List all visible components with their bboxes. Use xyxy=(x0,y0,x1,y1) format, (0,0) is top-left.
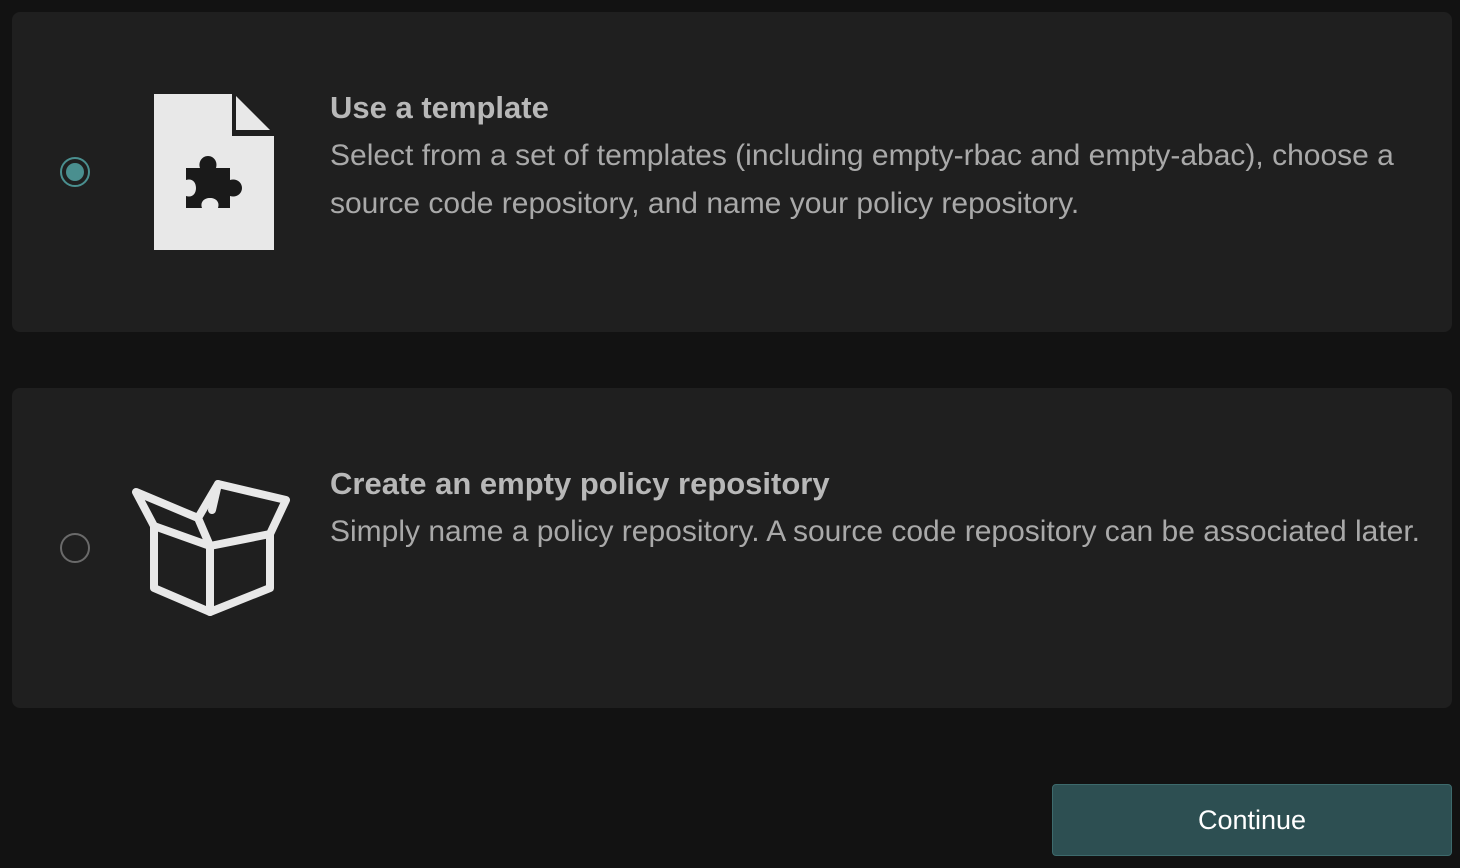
option-card-template[interactable]: Use a template Select from a set of temp… xyxy=(12,12,1452,332)
open-box-icon xyxy=(132,480,290,616)
empty-repo-text: Create an empty policy repository Simply… xyxy=(330,460,1420,556)
option-title: Use a template xyxy=(330,90,549,125)
puzzle-document-icon xyxy=(154,94,274,250)
radio-selected-dot xyxy=(66,163,84,181)
template-radio[interactable] xyxy=(60,157,90,187)
option-title: Create an empty policy repository xyxy=(330,466,830,501)
template-text: Use a template Select from a set of temp… xyxy=(330,84,1420,228)
continue-button[interactable]: Continue xyxy=(1052,784,1452,856)
option-card-empty-repo[interactable]: Create an empty policy repository Simply… xyxy=(12,388,1452,708)
option-description: Simply name a policy repository. A sourc… xyxy=(330,515,1421,548)
option-description: Select from a set of templates (includin… xyxy=(330,139,1394,220)
empty-repo-radio[interactable] xyxy=(60,533,90,563)
